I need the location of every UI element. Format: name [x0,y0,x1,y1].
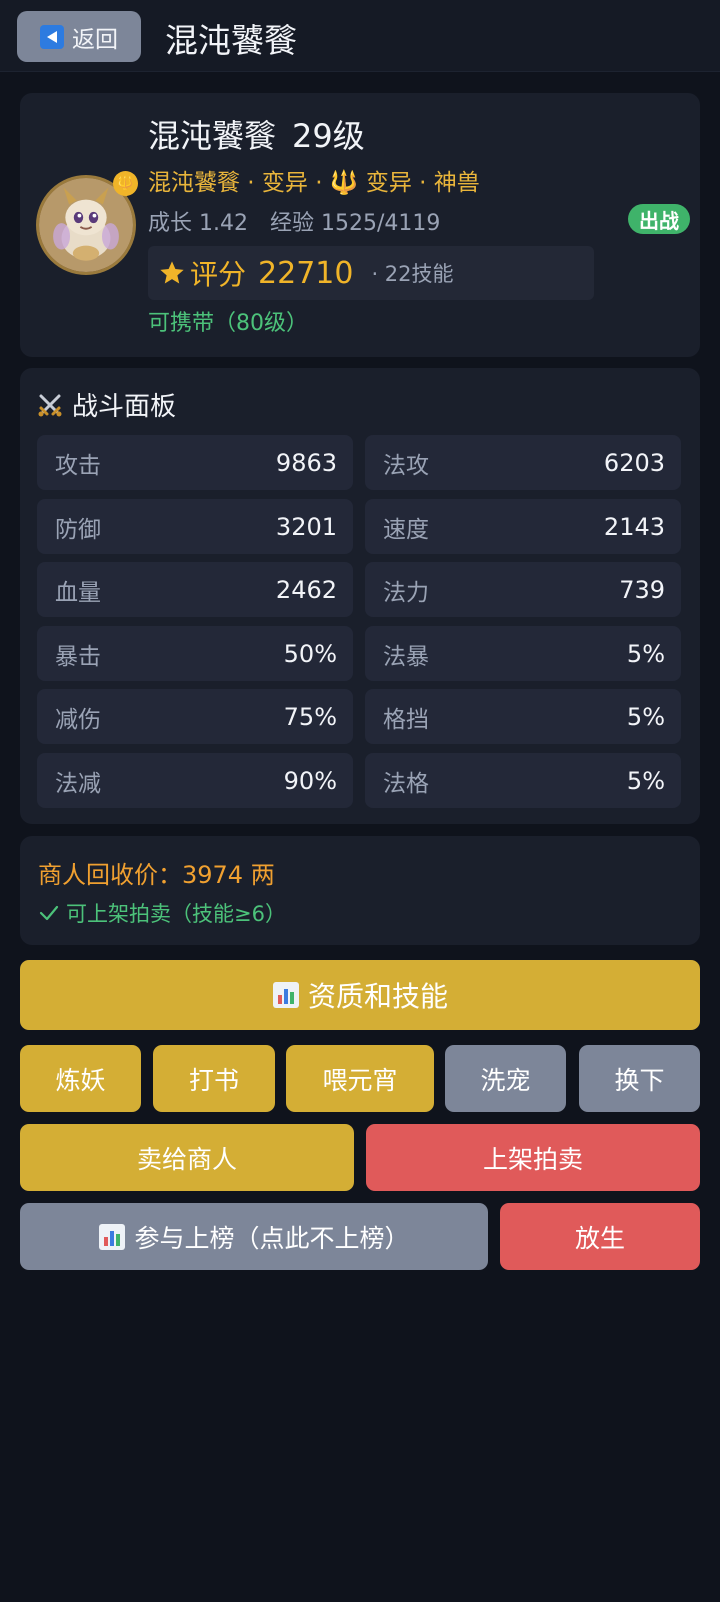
skill-count: · 22技能 [371,262,454,286]
book-button[interactable]: 打书 [153,1045,275,1112]
auction-eligibility: 可上架拍卖（技能≥6） [38,898,286,928]
list-auction-label: 上架拍卖 [482,1144,583,1174]
stat-value: 2462 [275,575,337,604]
top-bar: 返回 混沌饕餮 [0,0,720,72]
sell-merchant-label: 卖给商人 [136,1144,237,1174]
aptitude-skills-button[interactable]: 资质和技能 [20,960,700,1030]
stat-label: 法格 [383,770,429,797]
pet-exp: 经验 1525/4119 [269,211,441,236]
stat-label: 法攻 [383,452,429,479]
stat-hp: 血量 2462 [37,562,353,617]
wash-button[interactable]: 洗宠 [445,1045,566,1112]
stat-value: 5% [626,702,665,731]
stat-block: 格挡 5% [365,689,681,744]
bar-chart-icon [99,1223,126,1250]
stat-magic-reduction: 法减 90% [37,753,353,808]
aptitude-skills-label: 资质和技能 [307,980,448,1013]
merchant-card: 商人回收价：3974 两 可上架拍卖（技能≥6） [20,836,700,945]
wash-label: 洗宠 [480,1065,531,1095]
pet-growth: 成长 1.42 [148,211,248,236]
release-button[interactable]: 放生 [500,1203,700,1270]
stat-label: 攻击 [55,452,101,479]
stat-value: 9863 [275,448,337,477]
leaderboard-label: 参与上榜（点此不上榜） [134,1223,410,1253]
score-label: 评分 [190,258,247,291]
pet-info-card: 🔱 混沌饕餮 29级 混沌饕餮 · 变异 · 🔱 变异 · 神兽 成长 1.42 经… [20,93,700,357]
refine-label: 炼妖 [55,1065,106,1095]
refine-button[interactable]: 炼妖 [20,1045,141,1112]
stat-mana: 法力 739 [365,562,681,617]
back-triangle-icon [40,24,64,49]
auction-eligibility-text: 可上架拍卖（技能≥6） [66,902,286,926]
star-icon [160,261,184,284]
stat-label: 法力 [383,579,429,606]
battle-title-text: 战斗面板 [72,392,177,422]
pet-name: 混沌饕餮 [148,117,277,155]
stat-defense: 防御 3201 [37,499,353,554]
carry-level: 可携带（80级） [148,311,308,336]
stat-label: 法暴 [383,643,429,670]
stat-attack: 攻击 9863 [37,435,353,490]
stat-value: 6203 [603,448,665,477]
battle-panel: 战斗面板 攻击 9863 法攻 6203 防御 3201 速度 2143 血量 … [20,368,700,824]
release-label: 放生 [574,1223,625,1253]
stat-label: 暴击 [55,643,101,670]
stat-value: 90% [283,766,337,795]
merchant-price: 商人回收价：3974 两 [38,861,275,889]
stat-value: 75% [283,702,337,731]
bar-chart-icon [272,982,299,1008]
variant-badge-icon: 🔱 [113,171,138,196]
stat-label: 血量 [55,579,101,606]
stat-label: 格挡 [383,706,429,733]
pet-growth-exp: 成长 1.42 经验 1525/4119 [148,205,440,237]
stat-label: 防御 [55,516,101,543]
stat-magic-attack: 法攻 6203 [365,435,681,490]
crossed-swords-icon [38,394,62,416]
stat-damage-reduction: 减伤 75% [37,689,353,744]
pet-name-row: 混沌饕餮 29级 [148,111,365,157]
stat-label: 法减 [55,770,101,797]
leaderboard-button[interactable]: 参与上榜（点此不上榜） [20,1203,488,1270]
list-auction-button[interactable]: 上架拍卖 [366,1124,700,1191]
battle-panel-title: 战斗面板 [36,386,176,423]
stat-label: 速度 [383,516,429,543]
page-title: 混沌饕餮 [165,21,297,60]
feed-button[interactable]: 喂元宵 [286,1045,434,1112]
stat-value: 3201 [275,512,337,541]
stat-value: 2143 [603,512,665,541]
book-label: 打书 [188,1065,239,1095]
pet-type-line: 混沌饕餮 · 变异 · 🔱 变异 · 神兽 [148,170,480,196]
stat-crit: 暴击 50% [37,626,353,681]
stat-value: 5% [626,766,665,795]
check-icon [39,905,59,921]
stat-value: 5% [626,639,665,668]
status-badge: 出战 [628,204,690,234]
stat-magic-block: 法格 5% [365,753,681,808]
back-button[interactable]: 返回 [17,11,141,62]
stat-value: 50% [283,639,337,668]
sell-merchant-button[interactable]: 卖给商人 [20,1124,354,1191]
stat-magic-crit: 法暴 5% [365,626,681,681]
stat-speed: 速度 2143 [365,499,681,554]
swap-label: 换下 [614,1065,665,1095]
score-value: 22710 [258,255,354,291]
score-box: 评分 22710 · 22技能 [148,246,594,300]
pet-level: 29级 [292,117,365,155]
stat-label: 减伤 [55,706,101,733]
stat-value: 739 [619,575,665,604]
feed-label: 喂元宵 [322,1065,398,1095]
back-label: 返回 [72,26,118,53]
swap-button[interactable]: 换下 [579,1045,700,1112]
